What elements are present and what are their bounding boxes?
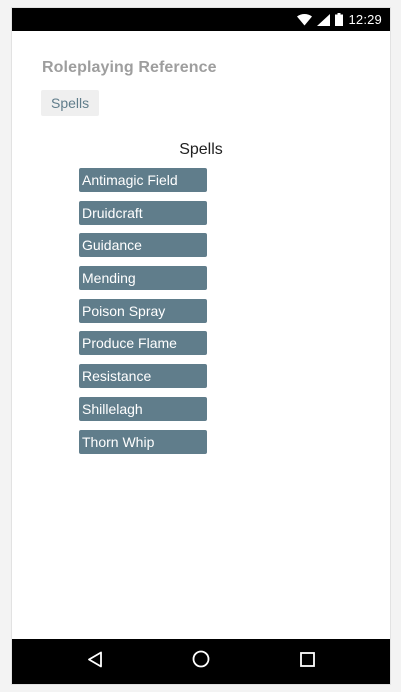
- spell-list: Antimagic Field Druidcraft Guidance Mend…: [79, 168, 207, 462]
- navigation-bar: [12, 639, 390, 684]
- app-content: Roleplaying Reference Spells Spells Anti…: [12, 31, 390, 639]
- spell-item-resistance[interactable]: Resistance: [79, 364, 207, 389]
- spell-item-mending[interactable]: Mending: [79, 266, 207, 291]
- wifi-icon: [297, 13, 313, 26]
- home-button[interactable]: [171, 639, 231, 684]
- app-title: Roleplaying Reference: [42, 59, 217, 76]
- spell-item-guidance[interactable]: Guidance: [79, 233, 207, 258]
- spell-item-produce-flame[interactable]: Produce Flame: [79, 331, 207, 356]
- phone-screen: 12:29 Roleplaying Reference Spells Spell…: [12, 8, 390, 684]
- spell-item-thorn-whip[interactable]: Thorn Whip: [79, 429, 207, 454]
- back-button[interactable]: [65, 639, 125, 684]
- spell-item-shillelagh[interactable]: Shillelagh: [79, 396, 207, 421]
- device-frame: 12:29 Roleplaying Reference Spells Spell…: [0, 0, 401, 692]
- signal-icon: [317, 13, 331, 26]
- spell-item-antimagic-field[interactable]: Antimagic Field: [79, 168, 207, 192]
- home-icon: [192, 650, 210, 673]
- spell-item-poison-spray[interactable]: Poison Spray: [79, 298, 207, 323]
- breadcrumb: Spells: [41, 90, 100, 116]
- section-title: Spells: [179, 141, 223, 158]
- back-icon: [87, 651, 103, 673]
- battery-icon: [335, 13, 344, 26]
- recents-icon: [299, 651, 315, 672]
- status-time: 12:29: [348, 12, 382, 27]
- breadcrumb-item-spells[interactable]: Spells: [41, 90, 100, 116]
- recents-button[interactable]: [277, 639, 337, 684]
- status-bar: 12:29: [12, 8, 390, 31]
- spell-item-druidcraft[interactable]: Druidcraft: [79, 200, 207, 225]
- status-icons: 12:29: [297, 11, 382, 28]
